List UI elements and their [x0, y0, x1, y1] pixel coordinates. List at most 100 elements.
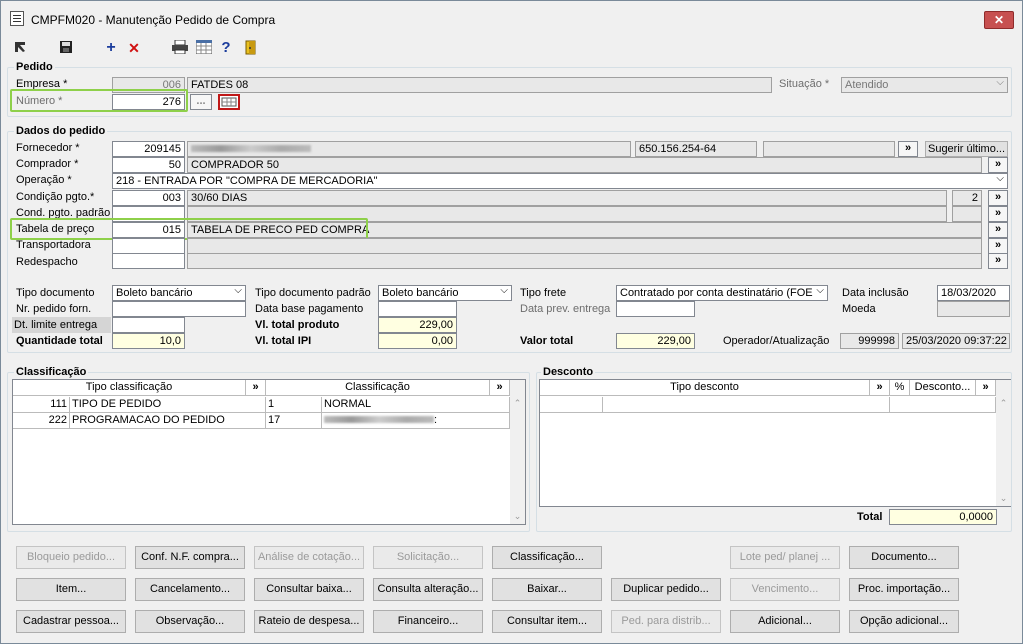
table-row-2-num[interactable]: 17	[266, 413, 322, 429]
close-button[interactable]: ✕	[984, 11, 1014, 29]
scroll-up-icon[interactable]: ⌃	[996, 398, 1011, 409]
calendar-grid-icon[interactable]	[218, 94, 240, 110]
desconto-scrollbar[interactable]: ⌃ ⌄	[996, 380, 1011, 506]
cursor-icon[interactable]	[13, 40, 27, 56]
condicao-code-field[interactable]: 003	[112, 190, 185, 206]
redespacho-more-button[interactable]: »	[988, 253, 1008, 269]
operacao-select[interactable]: 218 - ENTRADA POR "COMPRA DE MERCADORIA"	[112, 173, 1008, 189]
classificacao-scrollbar[interactable]: ⌃ ⌄	[510, 380, 525, 524]
database-field[interactable]	[378, 301, 457, 317]
desconto-table: Tipo desconto » % Desconto... » ⌃ ⌄	[539, 379, 1011, 507]
print-icon[interactable]	[172, 39, 188, 56]
operador-code-field: 999998	[840, 333, 899, 349]
desconto-section-title: Desconto	[541, 366, 596, 378]
nrpedido-label: Nr. pedido forn.	[16, 303, 92, 315]
nrpedido-field[interactable]	[112, 301, 246, 317]
scroll-up-icon[interactable]: ⌃	[510, 398, 525, 409]
cancelamento-button[interactable]: Cancelamento...	[135, 578, 245, 601]
tipodoc-select[interactable]: Boleto bancário	[112, 285, 246, 301]
situacao-select[interactable]: Atendido	[841, 77, 1008, 93]
table-row-2-tipo[interactable]: PROGRAMACAO DO PEDIDO	[70, 413, 266, 429]
sugerir-ultimo-button[interactable]: Sugerir último...	[925, 141, 1008, 157]
table-row-2-value-text: :	[434, 414, 438, 426]
col-pct[interactable]: %	[890, 380, 910, 396]
save-icon[interactable]	[58, 40, 74, 56]
observacao-button[interactable]: Observação...	[135, 610, 245, 633]
dados-section-title: Dados do pedido	[14, 125, 108, 137]
window-title: CMPFM020 - Manutenção Pedido de Compra	[31, 13, 276, 27]
solicitacao-button[interactable]: Solicitação...	[373, 546, 483, 569]
item-button[interactable]: Item...	[16, 578, 126, 601]
transportadora-label: Transportadora	[16, 239, 91, 251]
moeda-label: Moeda	[842, 303, 876, 315]
tipofrete-select[interactable]: Contratado por conta destinatário (FOE	[616, 285, 828, 301]
conf-nf-compra-button[interactable]: Conf. N.F. compra...	[135, 546, 245, 569]
comprador-more-button[interactable]: »	[988, 157, 1008, 173]
consultar-item-button[interactable]: Consultar item...	[492, 610, 602, 633]
adicional-button[interactable]: Adicional...	[730, 610, 840, 633]
baixar-button[interactable]: Baixar...	[492, 578, 602, 601]
dtlimite-field[interactable]	[112, 317, 185, 333]
col-desconto-more[interactable]: »	[870, 380, 890, 396]
tipodocpadrao-select[interactable]: Boleto bancário	[378, 285, 512, 301]
add-icon[interactable]: +	[104, 40, 118, 56]
bloqueio-pedido-button[interactable]: Bloqueio pedido...	[16, 546, 126, 569]
consulta-alteracao-button[interactable]: Consulta alteração...	[373, 578, 483, 601]
analise-cotacao-button[interactable]: Análise de cotação...	[254, 546, 364, 569]
situacao-label: Situação *	[779, 78, 830, 90]
table-row-1-num[interactable]: 1	[266, 397, 322, 413]
datainclusao-field[interactable]: 18/03/2020	[937, 285, 1010, 301]
condpadrao-more-button[interactable]: »	[988, 206, 1008, 222]
rateio-despesa-button[interactable]: Rateio de despesa...	[254, 610, 364, 633]
table-row-1-value[interactable]: NORMAL	[322, 397, 510, 413]
tabela-more-button[interactable]: »	[988, 222, 1008, 238]
valortotal-field: 229,00	[616, 333, 695, 349]
numero-search-button[interactable]: ...	[190, 94, 212, 110]
tipodoc-label: Tipo documento	[16, 287, 95, 299]
col-desconto-value[interactable]: Desconto...	[910, 380, 976, 396]
comprador-code-field[interactable]: 50	[112, 157, 185, 173]
duplicar-pedido-button[interactable]: Duplicar pedido...	[611, 578, 721, 601]
classificacao-button[interactable]: Classificação...	[492, 546, 602, 569]
lote-ped-planej-button[interactable]: Lote ped/ planej ...	[730, 546, 840, 569]
help-icon[interactable]: ?	[219, 40, 233, 56]
fornecedor-more-button[interactable]: »	[898, 141, 918, 157]
vltotalprod-field: 229,00	[378, 317, 457, 333]
opcao-adicional-button[interactable]: Opção adicional...	[849, 610, 959, 633]
vltotalipi-field: 0,00	[378, 333, 457, 349]
cadastrar-pessoa-button[interactable]: Cadastrar pessoa...	[16, 610, 126, 633]
desconto-row-tipo[interactable]	[603, 397, 890, 413]
proc-importacao-button[interactable]: Proc. importação...	[849, 578, 959, 601]
condicao-more-button[interactable]: »	[988, 190, 1008, 206]
transportadora-code-field[interactable]	[112, 238, 185, 254]
table-row-2-value[interactable]: :	[322, 413, 510, 429]
table-row-1-code[interactable]: 111	[13, 397, 70, 413]
col-tipo-more[interactable]: »	[246, 380, 266, 396]
transportadora-more-button[interactable]: »	[988, 238, 1008, 254]
exit-door-icon[interactable]	[243, 40, 259, 56]
ped-para-distrib-button[interactable]: Ped. para distrib...	[611, 610, 721, 633]
vencimento-button[interactable]: Vencimento...	[730, 578, 840, 601]
col-tipo-desconto[interactable]: Tipo desconto	[540, 380, 870, 396]
scroll-down-icon[interactable]: ⌄	[510, 511, 525, 522]
col-tipo-classificacao[interactable]: Tipo classificação	[13, 380, 246, 396]
delete-icon[interactable]: ✕	[127, 40, 141, 56]
scroll-down-icon[interactable]: ⌄	[996, 493, 1011, 504]
dataprev-field[interactable]	[616, 301, 695, 317]
tabela-highlight	[10, 218, 368, 240]
desconto-row-code[interactable]	[540, 397, 603, 413]
desconto-total-label: Total	[857, 511, 883, 523]
documento-button[interactable]: Documento...	[849, 546, 959, 569]
operador-label: Operador/Atualização	[723, 335, 830, 347]
col-class-more[interactable]: »	[490, 380, 510, 396]
financeiro-button[interactable]: Financeiro...	[373, 610, 483, 633]
col-classificacao[interactable]: Classificação	[266, 380, 490, 396]
table-row-2-code[interactable]: 222	[13, 413, 70, 429]
redespacho-code-field[interactable]	[112, 253, 185, 269]
desconto-row-value[interactable]	[890, 397, 996, 413]
table-row-1-tipo[interactable]: TIPO DE PEDIDO	[70, 397, 266, 413]
fornecedor-code-field[interactable]: 209145	[112, 141, 185, 157]
consultar-baixa-button[interactable]: Consultar baixa...	[254, 578, 364, 601]
col-desconto-more-2[interactable]: »	[976, 380, 996, 396]
calculator-icon[interactable]	[195, 39, 213, 56]
